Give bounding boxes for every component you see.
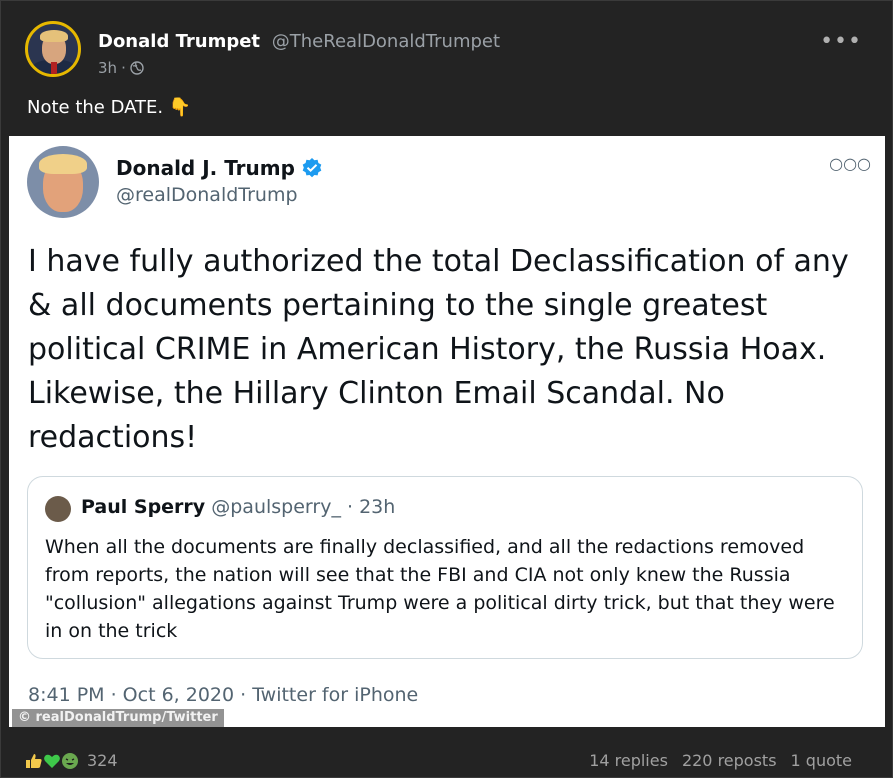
embedded-name-text: Donald J. Trump: [116, 156, 295, 180]
replies-link[interactable]: 14 replies: [589, 751, 668, 770]
post-stats: 14 replies 220 reposts 1 quote: [589, 751, 852, 770]
tweet-line: Likewise, the Hillary Clinton Email Scan…: [28, 376, 725, 411]
quoted-avatar: [45, 496, 71, 522]
tweet-line: political CRIME in American History, the…: [28, 332, 827, 367]
post-time[interactable]: 3h: [98, 59, 117, 77]
meta-separator: ·: [121, 59, 126, 77]
author-handle[interactable]: @TheRealDonaldTrumpet: [272, 31, 500, 52]
quoted-line: When all the documents are finally decla…: [45, 536, 805, 558]
post-meta: 3h ·: [98, 59, 144, 77]
green-heart-icon: [44, 754, 60, 768]
embedded-avatar: [27, 146, 99, 218]
quotes-link[interactable]: 1 quote: [791, 751, 852, 770]
tweet-line: I have fully authorized the total Declas…: [28, 244, 849, 279]
globe-icon: [130, 61, 144, 75]
post-text: Note the DATE. 👇: [27, 97, 191, 118]
embedded-tweet-text: I have fully authorized the total Declas…: [28, 240, 858, 460]
post-actions: 324 14 replies 220 reposts 1 quote: [25, 749, 852, 777]
reposts-link[interactable]: 220 reposts: [682, 751, 777, 770]
embedded-more-icon: ○○○: [829, 154, 871, 173]
more-options-icon[interactable]: •••: [820, 29, 862, 54]
quoted-text: When all the documents are finally decla…: [45, 533, 855, 645]
quoted-header: Paul Sperry @paulsperry_ · 23h: [81, 496, 395, 518]
verified-badge-icon: [302, 158, 322, 178]
thumbs-up-icon: [26, 753, 42, 768]
quoted-handle: @paulsperry_: [211, 496, 341, 518]
quoted-line: in on the trick: [45, 620, 178, 642]
tweet-line: redactions!: [28, 420, 198, 455]
post-header: Donald Trumpet @TheRealDonaldTrumpet 3h …: [25, 21, 868, 85]
reaction-count: 324: [87, 751, 118, 770]
post-text-body: Note the DATE.: [27, 97, 164, 118]
tweet-line: & all documents pertaining to the single…: [28, 288, 768, 323]
quoted-line: from reports, the nation will see that t…: [45, 564, 791, 586]
quoted-line: "collusion" allegations against Trump we…: [45, 592, 835, 614]
embedded-tweet-image[interactable]: Donald J. Trump @realDonaldTrump ○○○ I h…: [9, 136, 885, 727]
post-card: Donald Trumpet @TheRealDonaldTrumpet 3h …: [0, 0, 893, 778]
image-credit: © realDonaldTrump/Twitter: [12, 709, 224, 727]
quoted-time: · 23h: [347, 496, 396, 518]
quoted-name: Paul Sperry: [81, 496, 206, 518]
quoted-tweet: Paul Sperry @paulsperry_ · 23h When all …: [27, 476, 863, 659]
reactions[interactable]: 324: [25, 751, 118, 770]
embedded-author-name: Donald J. Trump: [116, 156, 323, 180]
display-name[interactable]: Donald Trumpet: [98, 31, 260, 52]
embedded-handle: @realDonaldTrump: [116, 184, 298, 206]
laughing-face-icon: [62, 752, 78, 769]
embedded-timestamp: 8:41 PM · Oct 6, 2020 · Twitter for iPho…: [28, 684, 419, 706]
author-line: Donald Trumpet @TheRealDonaldTrumpet: [98, 31, 500, 52]
pointing-down-icon: 👇: [168, 97, 192, 118]
avatar[interactable]: [25, 21, 81, 77]
